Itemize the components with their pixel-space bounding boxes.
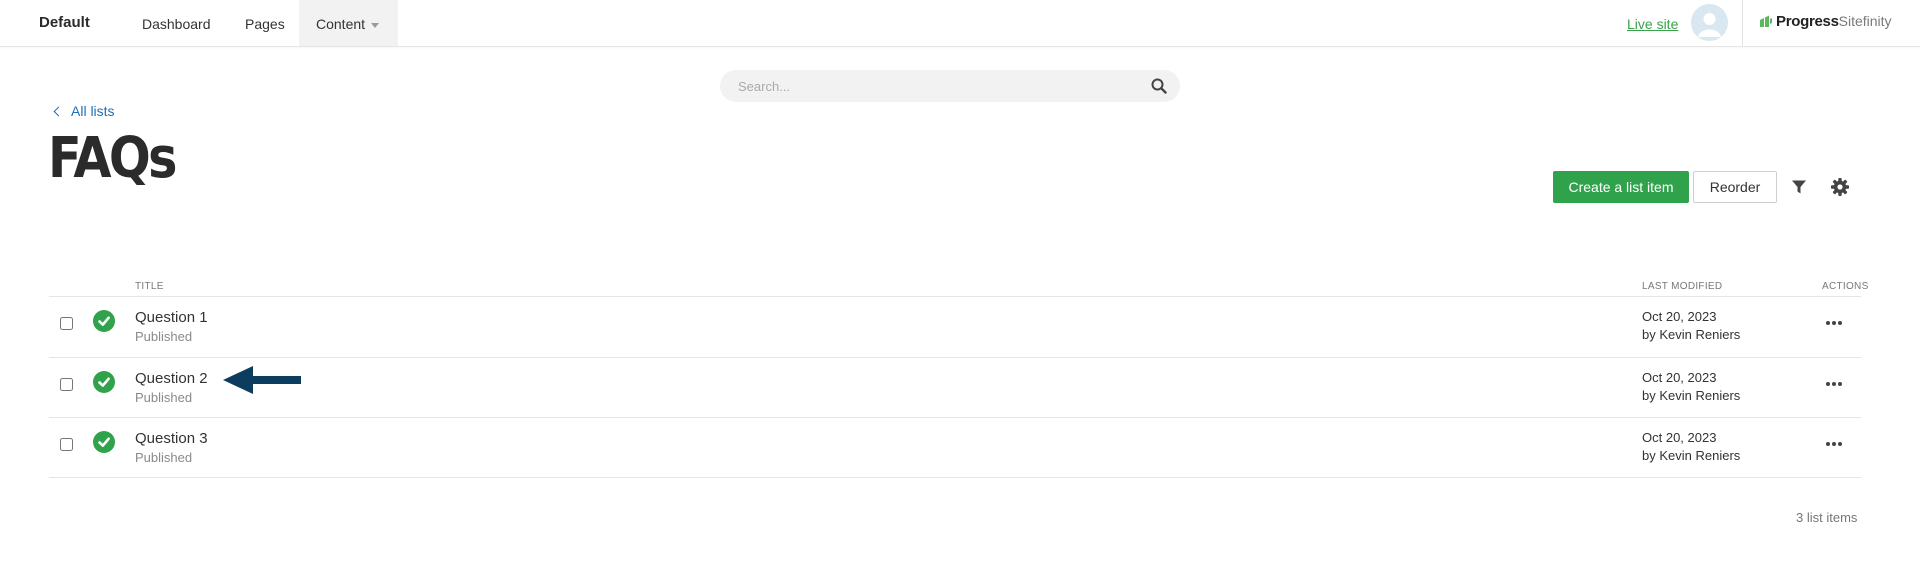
- row-status: Published: [135, 390, 193, 405]
- arrow-left-icon: [223, 364, 303, 401]
- table-divider: [49, 477, 1861, 478]
- more-actions-icon[interactable]: [1826, 318, 1844, 328]
- row-title[interactable]: Question 1: [135, 309, 208, 326]
- row-checkbox[interactable]: [60, 438, 73, 451]
- top-bar: Default Dashboard Pages Content Live sit…: [0, 0, 1920, 47]
- chevron-left-icon: [53, 106, 64, 117]
- caret-down-icon: [371, 22, 380, 28]
- brand-sitefinity: Sitefinity: [1838, 13, 1892, 29]
- row-status: Published: [135, 450, 193, 465]
- check-circle-icon: [93, 371, 115, 393]
- column-header-actions: ACTIONS: [1822, 281, 1869, 292]
- search-icon[interactable]: [1151, 78, 1167, 99]
- search-box: [720, 70, 1180, 102]
- gear-icon[interactable]: [1830, 177, 1850, 202]
- table-row: Question 1 Published Oct 20, 2023 by Kev…: [49, 297, 1861, 357]
- nav-content-label: Content: [316, 16, 366, 32]
- filter-icon[interactable]: [1791, 179, 1807, 200]
- row-checkbox[interactable]: [60, 378, 73, 391]
- header-divider: [1742, 0, 1743, 46]
- create-list-item-button[interactable]: Create a list item: [1553, 171, 1689, 203]
- table-row: Question 2 Published Oct 20, 2023 by Kev…: [49, 358, 1861, 418]
- more-actions-icon[interactable]: [1826, 379, 1844, 389]
- row-author: by Kevin Reniers: [1642, 388, 1741, 403]
- check-circle-icon: [93, 431, 115, 453]
- search-input[interactable]: [738, 77, 1118, 95]
- more-actions-icon[interactable]: [1826, 439, 1844, 449]
- nav-dashboard[interactable]: Dashboard: [142, 16, 211, 32]
- site-name[interactable]: Default: [39, 14, 90, 31]
- list-item-count: 3 list items: [1796, 510, 1858, 525]
- reorder-button[interactable]: Reorder: [1693, 171, 1777, 203]
- progress-logo-icon: [1759, 14, 1773, 32]
- row-author: by Kevin Reniers: [1642, 448, 1741, 463]
- row-status: Published: [135, 329, 193, 344]
- column-header-last-modified[interactable]: LAST MODIFIED: [1642, 281, 1722, 292]
- row-date: Oct 20, 2023: [1642, 370, 1717, 385]
- row-date: Oct 20, 2023: [1642, 430, 1717, 445]
- page-title: FAQs: [48, 126, 177, 191]
- check-circle-icon: [93, 310, 115, 332]
- nav-content[interactable]: Content: [299, 0, 398, 46]
- row-checkbox[interactable]: [60, 317, 73, 330]
- table-row: Question 3 Published Oct 20, 2023 by Kev…: [49, 418, 1861, 478]
- live-site-link[interactable]: Live site: [1627, 16, 1678, 32]
- row-title[interactable]: Question 2: [135, 370, 208, 387]
- row-author: by Kevin Reniers: [1642, 327, 1741, 342]
- all-lists-link[interactable]: All lists: [53, 103, 115, 119]
- row-date: Oct 20, 2023: [1642, 309, 1717, 324]
- nav-pages[interactable]: Pages: [245, 16, 285, 32]
- user-avatar-icon[interactable]: [1691, 4, 1728, 41]
- brand-progress: Progress: [1776, 13, 1839, 30]
- brand-logo: ProgressSitefinity: [1759, 13, 1892, 32]
- column-header-title[interactable]: TITLE: [135, 281, 164, 292]
- all-lists-label: All lists: [71, 103, 115, 119]
- row-title[interactable]: Question 3: [135, 430, 208, 447]
